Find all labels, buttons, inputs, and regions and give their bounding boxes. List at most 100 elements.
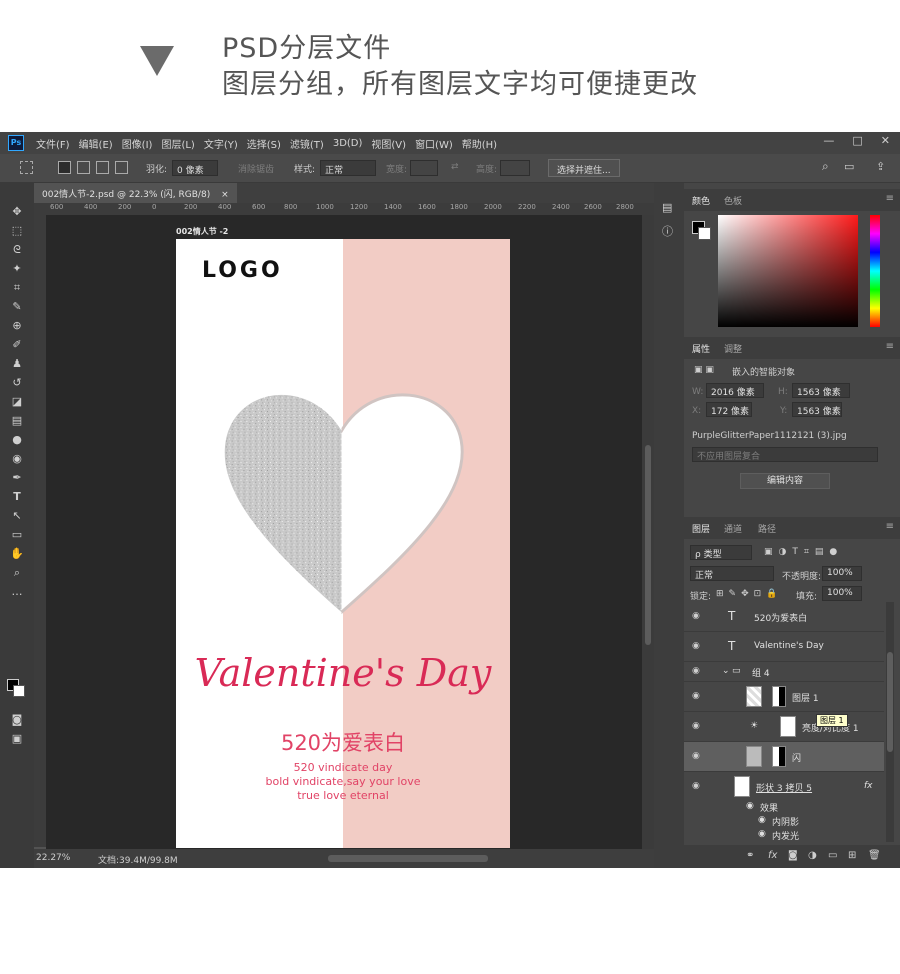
lasso-tool-icon[interactable]: ᘓ (0, 241, 34, 259)
layer-row[interactable]: ◉ T 520为爱表白 (684, 602, 884, 632)
gradient-tool-icon[interactable]: ▤ (0, 412, 34, 430)
path-selection-tool-icon[interactable]: ↖ (0, 507, 34, 525)
fill-field[interactable]: 100% (822, 586, 862, 601)
eyedropper-tool-icon[interactable]: ✎ (0, 298, 34, 316)
select-and-mask-button[interactable]: 选择并遮住... (548, 159, 620, 177)
share-icon[interactable]: ⇪ (876, 160, 885, 173)
menu-window[interactable]: 窗口(W) (415, 136, 453, 151)
layer-group-row[interactable]: ◉ ⌄ ▭ 组 4 (684, 662, 884, 682)
history-brush-tool-icon[interactable]: ↺ (0, 374, 34, 392)
search-icon[interactable]: ⌕ (822, 159, 829, 174)
menu-help[interactable]: 帮助(H) (462, 136, 497, 151)
magic-wand-tool-icon[interactable]: ✦ (0, 260, 34, 278)
layer-row[interactable]: ◉ 图层 1 (684, 682, 884, 712)
panel-menu-icon[interactable]: ≡ (886, 341, 894, 352)
document-tab[interactable]: 002情人节-2.psd @ 22.3% (闪, RGB/8) × (34, 183, 237, 203)
menu-select[interactable]: 选择(S) (247, 136, 281, 151)
brush-tool-icon[interactable]: ✐ (0, 336, 34, 354)
layer-row[interactable]: ◉ 形状 3 拷贝 5 fx (684, 772, 884, 802)
scroll-thumb[interactable] (887, 652, 893, 752)
y-field[interactable]: 1563 像素 (792, 402, 842, 417)
add-style-icon[interactable]: fx (768, 850, 777, 861)
menu-image[interactable]: 图像(I) (122, 136, 153, 151)
add-selection-icon[interactable] (77, 161, 90, 174)
eye-icon[interactable]: ◉ (758, 829, 766, 839)
workspace-icon[interactable]: ▭ (844, 160, 854, 173)
clone-stamp-tool-icon[interactable]: ♟ (0, 355, 34, 373)
menu-view[interactable]: 视图(V) (371, 136, 406, 151)
canvas-vertical-scrollbar[interactable] (642, 215, 654, 849)
tab-properties[interactable]: 属性 (692, 342, 710, 355)
marquee-tool-preset-icon[interactable] (20, 161, 33, 174)
layer-name[interactable]: 形状 3 拷贝 5 (756, 781, 812, 794)
layer-name[interactable]: 组 4 (752, 666, 770, 679)
eye-icon[interactable]: ◉ (692, 691, 704, 701)
color-picker-field[interactable] (718, 215, 858, 327)
eye-icon[interactable]: ◉ (692, 666, 704, 676)
menu-type[interactable]: 文字(Y) (204, 136, 238, 151)
minimize-button[interactable]: — (823, 134, 834, 147)
antialias-checkbox[interactable]: 消除锯齿 (238, 162, 274, 175)
width-input[interactable] (410, 160, 438, 176)
tab-channels[interactable]: 通道 (724, 522, 742, 535)
background-color-swatch[interactable] (13, 685, 25, 697)
pen-tool-icon[interactable]: ✒ (0, 469, 34, 487)
adjustment-layer-icon[interactable]: ◑ (808, 850, 817, 861)
menu-edit[interactable]: 编辑(E) (79, 136, 113, 151)
zoom-tool-icon[interactable]: ⌕ (0, 564, 34, 582)
layer-comp-select[interactable]: 不应用图层复合 (692, 447, 878, 462)
eye-icon[interactable]: ◉ (746, 801, 754, 811)
history-panel-icon[interactable]: ▤ (662, 201, 676, 215)
blend-mode-select[interactable]: 正常 (690, 566, 774, 581)
layer-filter-select[interactable]: ρ 类型 (690, 545, 752, 560)
horizontal-scroll-thumb[interactable] (328, 855, 488, 862)
zoom-level[interactable]: 22.27% (36, 853, 70, 863)
rectangle-tool-icon[interactable]: ▭ (0, 526, 34, 544)
layers-scrollbar[interactable] (886, 602, 894, 842)
height-input[interactable] (500, 160, 530, 176)
width-field[interactable]: 2016 像素 (706, 383, 764, 398)
tab-paths[interactable]: 路径 (758, 522, 776, 535)
new-group-icon[interactable]: ▭ (828, 850, 837, 861)
style-select[interactable]: 正常 (320, 160, 376, 176)
quick-mask-icon[interactable]: ◙ (0, 711, 34, 729)
eraser-tool-icon[interactable]: ◪ (0, 393, 34, 411)
add-mask-icon[interactable]: ◙ (788, 850, 798, 861)
effect-row[interactable]: ◉ 内发光 (684, 828, 884, 842)
hue-slider[interactable] (870, 215, 880, 327)
menu-layer[interactable]: 图层(L) (161, 136, 194, 151)
hand-tool-icon[interactable]: ✋ (0, 545, 34, 563)
delete-layer-icon[interactable]: 🗑 (868, 850, 881, 861)
eye-icon[interactable]: ◉ (758, 815, 766, 825)
blur-tool-icon[interactable]: ● (0, 431, 34, 449)
panel-menu-icon[interactable]: ≡ (886, 521, 894, 532)
dodge-tool-icon[interactable]: ◉ (0, 450, 34, 468)
edit-contents-button[interactable]: 编辑内容 (740, 473, 830, 489)
fx-icon[interactable]: fx (864, 781, 873, 791)
expand-chevron-icon[interactable]: ⌄ (722, 666, 730, 676)
layer-row[interactable]: ◉ ☀ 亮度/对比度 1 图层 1 (684, 712, 884, 742)
color-panel-background-swatch[interactable] (698, 227, 711, 240)
eye-icon[interactable]: ◉ (692, 751, 704, 761)
tab-layers[interactable]: 图层 (692, 522, 710, 535)
feather-input[interactable]: 0 像素 (172, 160, 218, 176)
layer-row[interactable]: ◉ T Valentine's Day (684, 632, 884, 662)
intersect-selection-icon[interactable] (115, 161, 128, 174)
eye-icon[interactable]: ◉ (692, 721, 704, 731)
maximize-button[interactable]: □ (852, 134, 862, 147)
layer-filter-icons[interactable]: ▣◑T⌗▤● (764, 547, 843, 557)
layer-name[interactable]: 闪 (792, 751, 801, 764)
info-panel-icon[interactable]: ⓘ (662, 223, 676, 238)
eye-icon[interactable]: ◉ (692, 641, 704, 651)
subtract-selection-icon[interactable] (96, 161, 109, 174)
lock-icons[interactable]: ⊞✎✥⊡🔒 (716, 589, 782, 599)
layer-name[interactable]: 图层 1 (792, 691, 819, 704)
opacity-field[interactable]: 100% (822, 566, 862, 581)
eye-icon[interactable]: ◉ (692, 611, 704, 621)
layer-row-selected[interactable]: ◉ 闪 (684, 742, 884, 772)
tab-swatches[interactable]: 色板 (724, 194, 742, 207)
link-layers-icon[interactable]: ⚭ (746, 850, 754, 861)
canvas-area[interactable]: 002情人节 -2 LOGO Valentine's Day 520为爱表白 5… (46, 215, 642, 849)
crop-tool-icon[interactable]: ⌗ (0, 279, 34, 297)
layer-name[interactable]: Valentine's Day (754, 641, 824, 651)
